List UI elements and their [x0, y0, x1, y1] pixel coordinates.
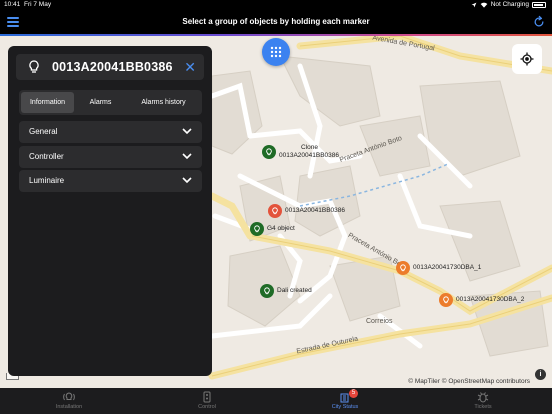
tab-label: Tickets	[474, 404, 492, 410]
marker-clone[interactable]: Clone 0013A20041BB0386	[262, 144, 339, 160]
marker-label: G4 object	[267, 225, 295, 232]
map-attribution[interactable]: © MapTiler © OpenStreetMap contributors	[408, 378, 530, 385]
charging-status: Not Charging	[490, 1, 529, 8]
tab-alarms-history-label: Alarms history	[141, 99, 186, 106]
bulb-icon	[262, 145, 276, 159]
marker-dba-2[interactable]: 0013A20041730DBA_2	[439, 293, 524, 307]
refresh-icon[interactable]	[532, 15, 546, 29]
status-time: 10:41	[4, 1, 21, 8]
group-select-button[interactable]	[262, 38, 290, 66]
tab-information[interactable]: Information	[21, 92, 74, 113]
map-info-button[interactable]: i	[535, 369, 546, 380]
bottom-tab-bar: Installation Control 5 City Status Ticke…	[0, 388, 552, 414]
grid-icon	[270, 46, 282, 58]
tab-label: City Status	[331, 404, 359, 410]
installation-icon	[63, 392, 75, 401]
marker-dali-created[interactable]: Dali created	[260, 284, 312, 298]
tab-city-status[interactable]: 5 City Status	[276, 388, 414, 414]
status-bar: 10:41 Fri 7 May Not Charging	[0, 0, 552, 10]
tab-alarms-history[interactable]: Alarms history	[127, 92, 200, 113]
status-date: Fri 7 May	[24, 1, 52, 8]
close-icon[interactable]: ✕	[184, 60, 196, 74]
locate-button[interactable]	[512, 44, 542, 74]
marker-label: Clone 0013A20041BB0386	[279, 144, 340, 159]
wifi-icon	[480, 2, 488, 8]
chevron-down-icon	[182, 153, 192, 160]
tab-control[interactable]: Control	[138, 388, 276, 414]
control-icon	[203, 391, 211, 403]
app-screen: 10:41 Fri 7 May Not Charging Select a gr…	[0, 0, 552, 414]
panel-header: 0013A20041BB0386 ✕	[16, 54, 204, 80]
location-arrow-icon	[471, 2, 477, 7]
crosshair-icon	[520, 52, 534, 66]
marker-g4-object[interactable]: G4 object	[250, 222, 295, 236]
street-label: Correios	[366, 318, 393, 325]
bulb-icon	[396, 261, 410, 275]
chevron-down-icon	[182, 128, 192, 135]
notification-badge: 5	[349, 389, 358, 398]
bulb-icon	[29, 60, 39, 73]
bulb-icon	[268, 204, 282, 218]
object-name: 0013A20041BB0386	[52, 60, 173, 74]
bug-icon	[477, 392, 489, 403]
marker-label: 0013A20041730DBA_1	[413, 264, 482, 271]
page-title: Select a group of objects by holding eac…	[182, 17, 370, 26]
marker-label: 0013A20041BB0386	[285, 207, 346, 214]
section-label: General	[29, 127, 58, 136]
section-label: Controller	[29, 152, 64, 161]
tab-label: Installation	[55, 404, 83, 410]
tab-alarms[interactable]: Alarms	[74, 92, 127, 113]
tab-tickets[interactable]: Tickets	[414, 388, 552, 414]
bulb-icon	[250, 222, 264, 236]
tab-installation[interactable]: Installation	[0, 388, 138, 414]
status-right: Not Charging	[471, 1, 546, 8]
section-general[interactable]: General	[19, 121, 202, 143]
marker-selected[interactable]: 0013A20041BB0386	[268, 204, 345, 218]
top-bar: Select a group of objects by holding eac…	[0, 10, 552, 34]
marker-dba-1[interactable]: 0013A20041730DBA_1	[396, 261, 481, 275]
section-controller[interactable]: Controller	[19, 146, 202, 168]
section-label: Luminaire	[29, 176, 65, 185]
chevron-down-icon	[182, 177, 192, 184]
bulb-icon	[260, 284, 274, 298]
marker-label: Dali created	[277, 287, 312, 294]
marker-label: 0013A20041730DBA_2	[456, 296, 525, 303]
panel-tabs: Information Alarms Alarms history	[19, 90, 202, 115]
bulb-icon	[439, 293, 453, 307]
tab-label: Control	[198, 404, 216, 410]
section-luminaire[interactable]: Luminaire	[19, 170, 202, 192]
battery-icon	[532, 1, 546, 8]
